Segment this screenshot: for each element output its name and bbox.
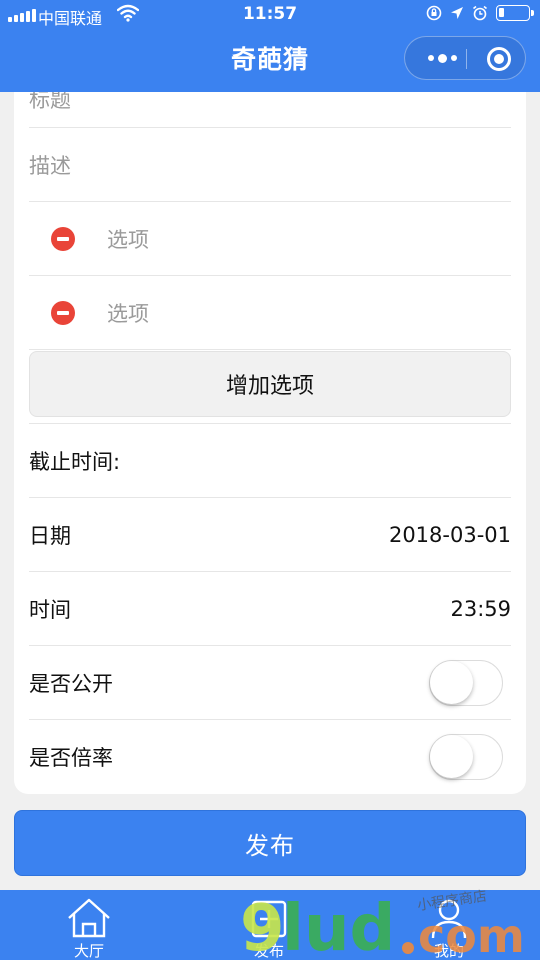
tab-label: 我的 <box>433 942 464 960</box>
status-bar: 中国联通 11:57 <box>0 0 540 32</box>
close-target-icon[interactable] <box>487 47 511 71</box>
orientation-lock-icon <box>426 5 442 21</box>
person-icon <box>431 899 467 939</box>
battery-icon <box>496 5 534 21</box>
description-field[interactable]: 描述 <box>29 128 511 202</box>
tab-hall[interactable]: 大厅 <box>29 890 149 960</box>
more-icon[interactable] <box>419 37 465 79</box>
description-placeholder: 描述 <box>29 153 71 178</box>
deadline-label: 截止时间: <box>29 449 121 474</box>
deadline-heading-row: 截止时间: <box>29 423 511 498</box>
mini-program-capsule <box>404 36 526 80</box>
option-field[interactable]: 选项 <box>107 298 149 328</box>
option-field[interactable]: 选项 <box>107 224 149 254</box>
time-label: 时间 <box>29 597 71 622</box>
date-value[interactable]: 2018-03-01 <box>389 523 511 547</box>
public-toggle-row: 是否公开 <box>29 646 511 720</box>
remove-option-icon[interactable] <box>51 226 75 251</box>
time-value[interactable]: 23:59 <box>450 597 511 621</box>
tab-publish[interactable]: 发布 <box>209 890 329 960</box>
add-option-button[interactable]: 增加选项 <box>29 351 511 417</box>
public-label: 是否公开 <box>29 671 113 696</box>
title-field[interactable]: 标题 <box>29 92 511 128</box>
date-picker-row[interactable]: 日期 2018-03-01 <box>29 498 511 572</box>
publish-button[interactable]: 发布 <box>14 810 526 876</box>
form-card: 标题 描述 选项 选项 增加选项 截止时间: 日期 2018-03-01 时间 … <box>14 92 526 794</box>
tab-mine[interactable]: 我的 <box>389 890 509 960</box>
location-icon <box>451 7 463 19</box>
public-switch[interactable] <box>429 659 503 706</box>
tab-label: 发布 <box>253 942 284 960</box>
remove-option-icon[interactable] <box>51 300 75 325</box>
alarm-icon <box>473 5 487 21</box>
option-row: 选项 <box>29 202 511 276</box>
multiplier-label: 是否倍率 <box>29 746 113 770</box>
top-bar: 中国联通 11:57 奇葩猜 <box>0 0 540 92</box>
option-row: 选项 <box>29 276 511 350</box>
capsule-divider <box>466 49 467 69</box>
time-picker-row[interactable]: 时间 23:59 <box>29 572 511 646</box>
publish-icon <box>251 900 287 938</box>
multiplier-switch[interactable] <box>429 734 503 780</box>
title-placeholder: 标题 <box>29 92 71 112</box>
date-label: 日期 <box>29 523 71 548</box>
switch-knob <box>430 660 473 704</box>
multiplier-toggle-row: 是否倍率 <box>29 720 511 794</box>
tab-label: 大厅 <box>73 942 104 960</box>
home-icon <box>68 898 110 938</box>
switch-knob <box>430 735 473 778</box>
tab-bar: 大厅 发布 我的 <box>0 890 540 960</box>
